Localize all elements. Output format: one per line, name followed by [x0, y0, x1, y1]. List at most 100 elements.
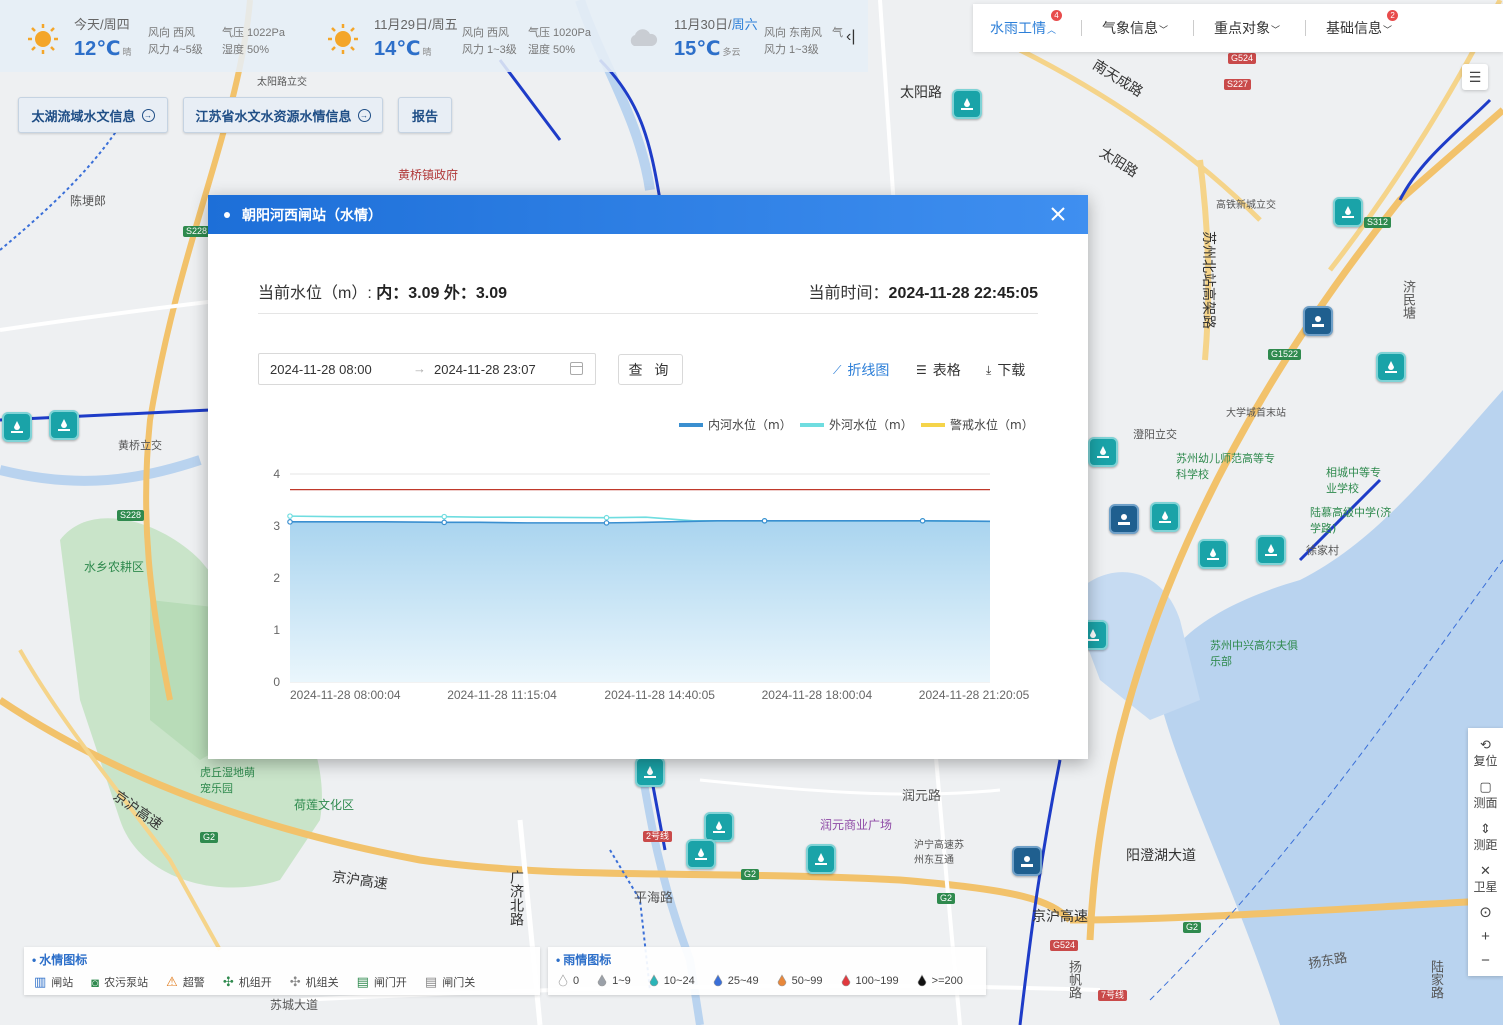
water-level-chart: 0 1 2 3 4 2024-11-28 08:00:04 2024-11-28 11:15… [273, 417, 1034, 702]
x-tick-label: 2024-11-28 11:15:04 [447, 688, 557, 702]
weather-wind-force: 风力 1~3级 [764, 44, 819, 56]
road-sign: S312 [1364, 217, 1392, 228]
weather-wind-dir: 风向 东南风 [764, 27, 823, 39]
gate-station-marker[interactable] [1012, 846, 1042, 876]
raindrop-icon [841, 974, 850, 987]
satellite-tool[interactable]: ✕ 卫星 [1468, 858, 1503, 900]
y-tick-label: 3 [273, 519, 280, 533]
weather-wind-dir: 风向 西风 [462, 27, 510, 39]
map-label: 黄桥立交 [118, 439, 162, 452]
weather-humidity: 湿度 50% [528, 44, 576, 56]
legend-label: 内河水位（m） [708, 417, 792, 432]
weather-pressure: 气压 1020Pa [528, 27, 591, 39]
map-label: 阳澄湖大道 [1126, 848, 1196, 864]
zoom-in-icon[interactable]: + [1468, 924, 1503, 948]
y-tick-label: 2 [273, 571, 280, 585]
map-label: 苏州中兴高尔夫俱乐部 [1210, 639, 1298, 668]
arrow-right-icon: → [141, 108, 155, 122]
map-label: 沪宁高速苏州东互通 [914, 840, 964, 866]
x-tick-label: 2024-11-28 08:00:04 [290, 688, 401, 702]
nav-badge: 4 [1051, 10, 1063, 21]
road-sign: 2号线 [643, 831, 673, 842]
map-label: 平海路 [634, 891, 674, 906]
unit-off-icon: ✣ [289, 974, 301, 989]
raindrop-icon [597, 974, 607, 987]
water-station-marker[interactable] [952, 89, 982, 119]
water-station-marker[interactable] [49, 410, 79, 440]
collapse-weather-button[interactable]: ‹| [846, 28, 855, 46]
water-station-marker[interactable] [1333, 197, 1363, 227]
legend-items: 0 1~9 10~24 25~49 50~99 100~199 >=200 [558, 974, 981, 987]
legend-item: 10~24 [649, 974, 695, 987]
nav-item-weather[interactable]: 气象信息﹀ [1102, 18, 1195, 38]
legend-label: 1~9 [612, 974, 631, 987]
road-sign: G1522 [1268, 349, 1302, 360]
road-sign: S228 [117, 510, 145, 521]
nav-item-water-rain[interactable]: 水雨工情︿ 4 [990, 10, 1083, 38]
water-station-marker[interactable] [1198, 539, 1228, 569]
legend-item: 1~9 [597, 974, 631, 987]
legend-item: ◙ 农污泵站 [91, 974, 148, 990]
map-label: 陆家路 [1428, 960, 1443, 999]
map-label: 苏州北站高架路 [1200, 231, 1216, 329]
weather-day: 11月29日/周五 14℃ 晴 风向 西风 风力 1~3级 气压 1020Pa 湿… [300, 0, 612, 72]
legend-item: 50~99 [777, 974, 823, 987]
legend-label: 闸门关 [442, 977, 476, 989]
zoom-out-icon[interactable]: − [1468, 948, 1503, 972]
map-label: 苏城大道 [270, 998, 319, 1012]
map-label: 济民塘 [1400, 280, 1415, 319]
map-label: 润元路 [902, 789, 942, 804]
gate-open-icon: ▤ [356, 974, 369, 989]
jiangsu-water-info-button[interactable]: 江苏省水文水资源水情信息 → [183, 97, 383, 133]
gate-station-icon: ▥ [34, 974, 47, 989]
locate-icon[interactable]: ⊙ [1468, 900, 1503, 924]
road-sign: G524 [1050, 940, 1079, 951]
legend-label: 25~49 [727, 974, 759, 987]
legend-item: ✣ 机组开 [223, 974, 272, 990]
legend-item: ▤ 闸门关 [425, 974, 475, 990]
weather-date: 今天/周四 [74, 17, 130, 32]
legend-title: 雨情图标 [556, 951, 611, 968]
water-station-marker[interactable] [2, 412, 32, 442]
water-station-marker[interactable] [806, 844, 836, 874]
road-sign: G2 [1183, 922, 1202, 933]
water-station-marker[interactable] [686, 839, 716, 869]
legend-label: 100~199 [855, 974, 899, 987]
raindrop-icon [917, 974, 926, 987]
water-station-marker[interactable] [1256, 535, 1286, 565]
nav-item-base-info[interactable]: 基础信息﹀ 2 [1326, 10, 1418, 38]
raindrop-icon [713, 974, 723, 987]
distance-icon: ⇕ [1480, 820, 1491, 836]
data-point [441, 513, 448, 520]
layer-list-toggle-icon[interactable]: ☰ [1462, 64, 1488, 90]
data-point [603, 514, 610, 521]
taihu-hydrology-button[interactable]: 太湖流域水文信息 → [18, 97, 168, 133]
water-station-marker[interactable] [704, 812, 734, 842]
top-nav: 水雨工情︿ 4 气象信息﹀ 重点对象﹀ 基础信息﹀ 2 [973, 4, 1503, 52]
report-button[interactable]: 报告 [398, 97, 452, 133]
gate-station-marker[interactable] [1303, 306, 1333, 336]
road-sign: G2 [200, 832, 219, 843]
water-station-marker[interactable] [1150, 502, 1180, 532]
data-point [761, 517, 768, 524]
measure-distance-tool[interactable]: ⇕ 测距 [1468, 816, 1503, 858]
station-dialog: 朝阳河西闸站（水情） 当前水位（m）: 内：3.09 外：3.09 当前时间：2… [208, 195, 1088, 759]
water-station-marker[interactable] [1376, 352, 1406, 382]
measure-area-tool[interactable]: ▢ 测面 [1468, 774, 1503, 816]
nav-item-key-objects[interactable]: 重点对象﹀ [1214, 18, 1307, 38]
map-label: 太阳路 [900, 85, 942, 101]
water-station-marker[interactable] [635, 757, 665, 787]
weather-humidity: 湿度 50% [222, 44, 270, 56]
legend-label: 警戒水位（m） [950, 417, 1034, 432]
legend-label: >=200 [931, 974, 963, 987]
reset-tool[interactable]: ⟲ 复位 [1468, 732, 1503, 774]
gate-station-marker[interactable] [1109, 504, 1139, 534]
legend-item: ▥ 闸站 [34, 974, 73, 990]
map-label: 苏州幼儿师范高等专科学校 [1176, 452, 1275, 481]
map-label: 水乡农耕区 [84, 560, 145, 574]
water-station-marker[interactable] [1088, 437, 1118, 467]
map-label: 陆慕高级中学(济学路) [1310, 506, 1392, 535]
chevron-down-icon: ﹀ [1271, 25, 1281, 35]
map-label: 京沪高速 [1032, 909, 1088, 925]
weather-date: 11月29日/周五 [374, 17, 458, 32]
